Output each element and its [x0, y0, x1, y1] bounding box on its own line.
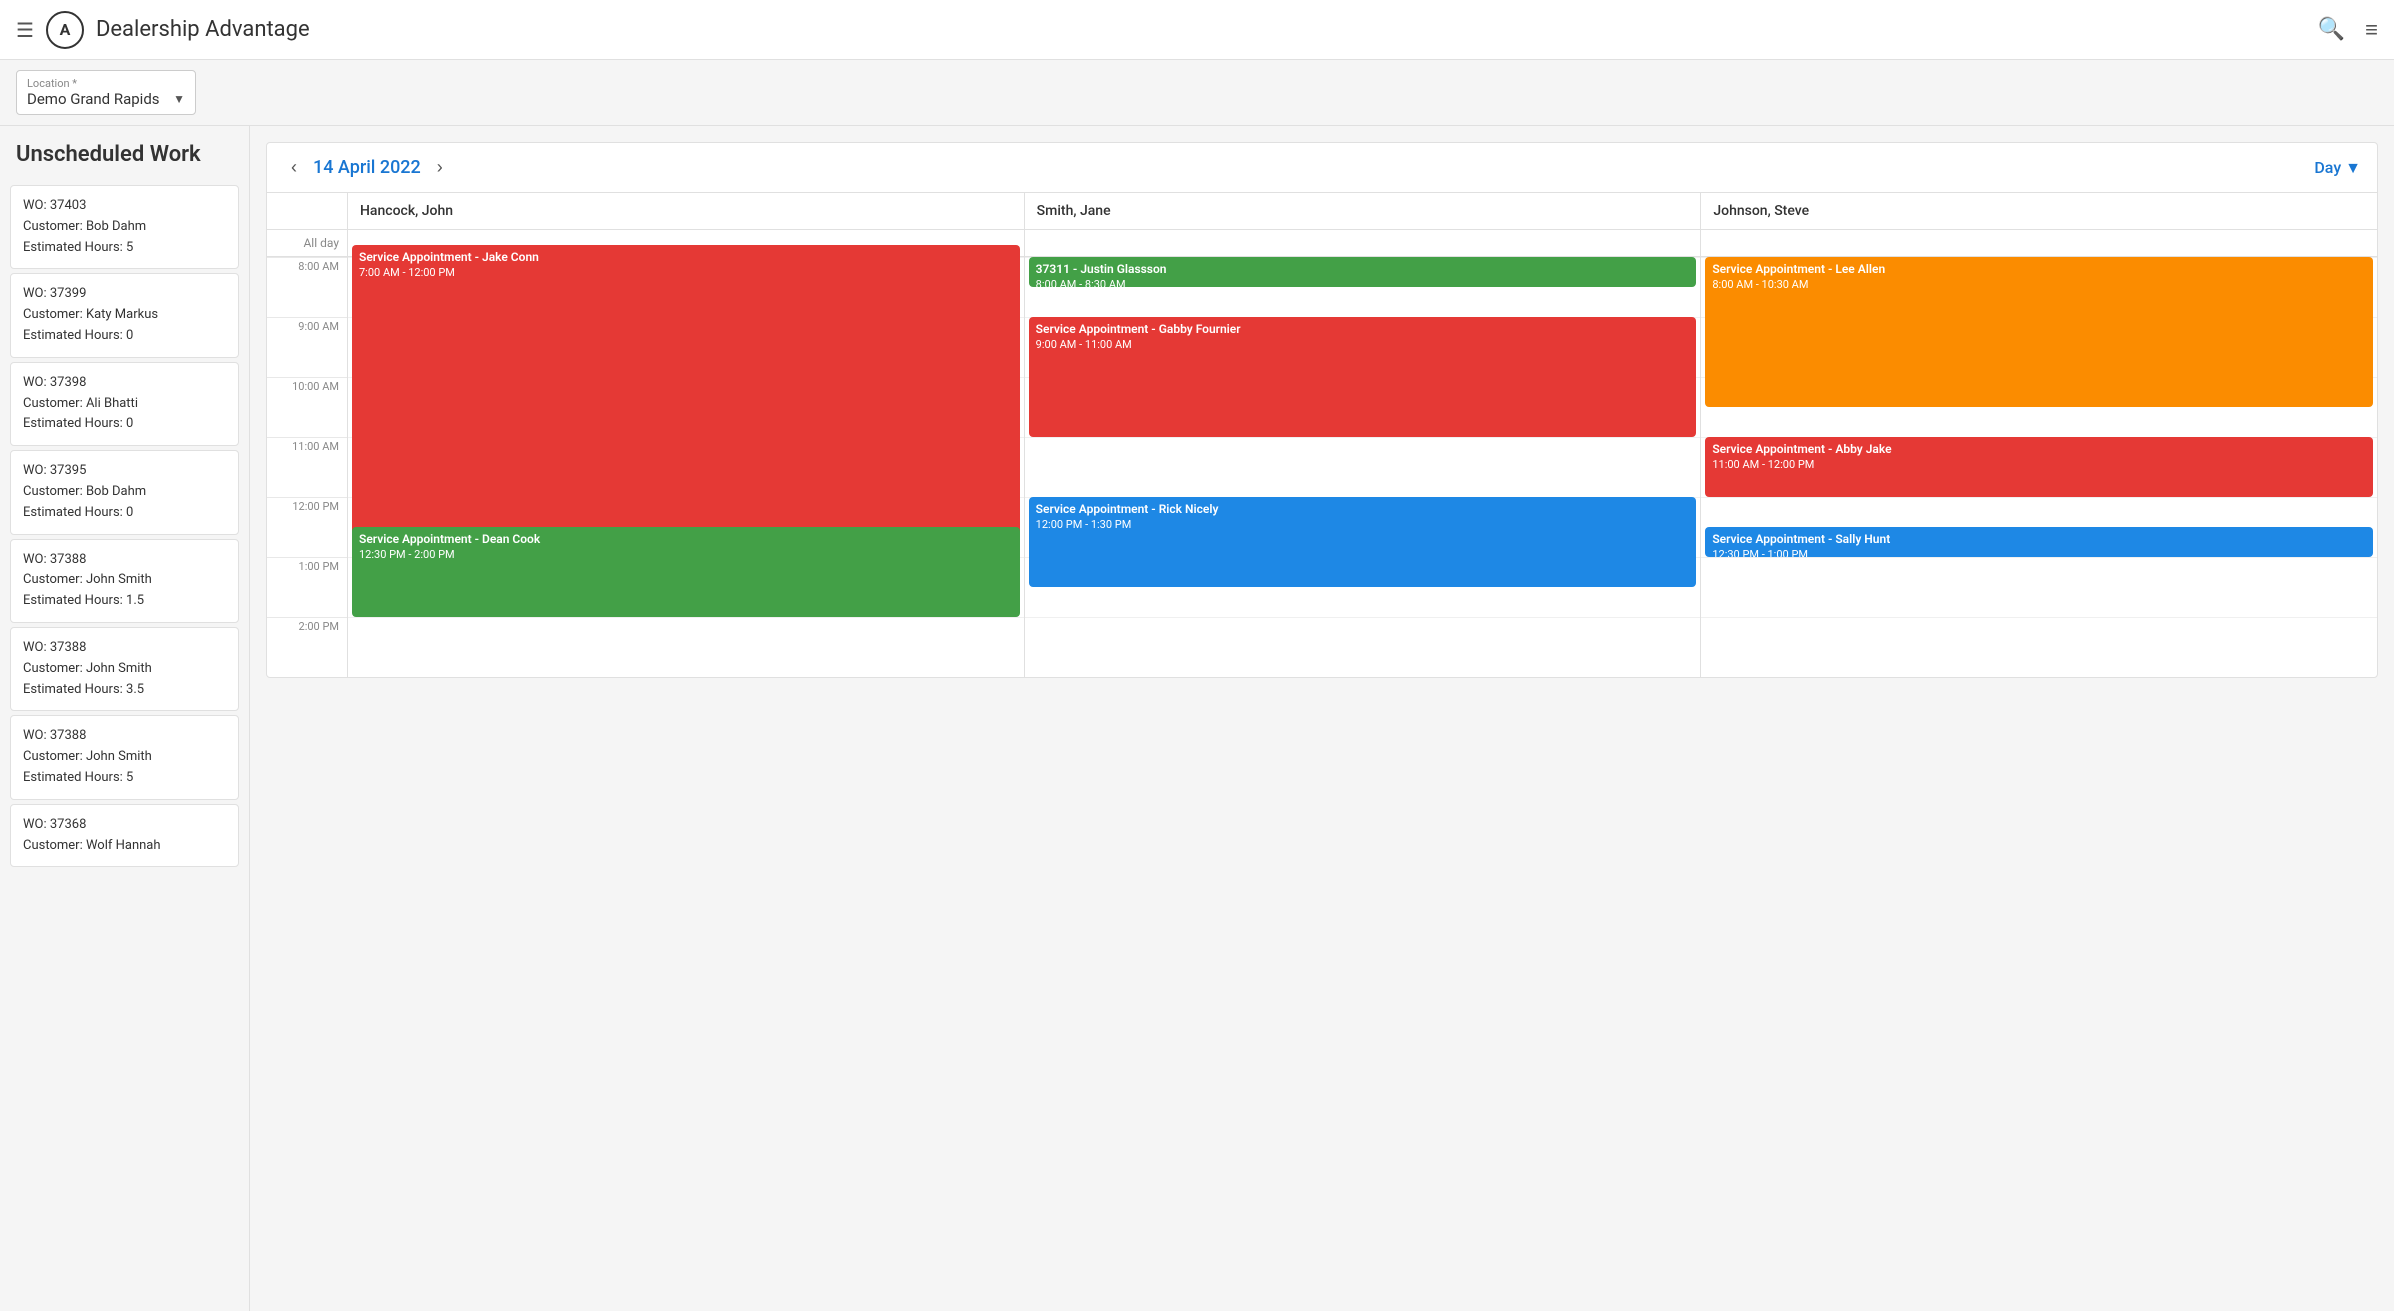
calendar-header: ‹ 14 April 2022 › Day ▼ — [267, 143, 2377, 193]
work-item-wo: WO: 37403 — [23, 196, 226, 217]
sidebar: Unscheduled Work WO: 37403 Customer: Bob… — [0, 126, 250, 1311]
location-label: Location * — [27, 77, 185, 90]
dropdown-arrow-icon: ▼ — [173, 92, 185, 106]
work-item-customer: Customer: John Smith — [23, 570, 226, 591]
location-dropdown[interactable]: Location * Demo Grand Rapids ▼ — [16, 70, 196, 115]
calendar-date: 14 April 2022 — [313, 157, 421, 178]
work-item-hours: Estimated Hours: 0 — [23, 503, 226, 524]
calendar-body: 8:00 AM 9:00 AM 10:00 AM 11:00 AM 12:00 … — [267, 257, 2377, 677]
time-gutter-header — [267, 193, 347, 229]
appointment-lee-allen[interactable]: Service Appointment - Lee Allen 8:00 AM … — [1705, 257, 2373, 407]
smith-column: 37311 - Justin Glassson 8:00 AM - 8:30 A… — [1024, 257, 1701, 677]
work-item-2[interactable]: WO: 37398 Customer: Ali Bhatti Estimated… — [10, 362, 239, 446]
app-logo: A — [46, 11, 84, 49]
work-item-customer: Customer: Bob Dahm — [23, 217, 226, 238]
hancock-column: Service Appointment - Jake Conn 7:00 AM … — [347, 257, 1024, 677]
work-item-3[interactable]: WO: 37395 Customer: Bob Dahm Estimated H… — [10, 450, 239, 534]
hamburger-menu-icon[interactable]: ☰ — [16, 18, 34, 42]
johnson-column: Service Appointment - Lee Allen 8:00 AM … — [1700, 257, 2377, 677]
view-selector[interactable]: Day ▼ — [2314, 158, 2361, 178]
work-item-customer: Customer: John Smith — [23, 747, 226, 768]
time-10am: 10:00 AM — [267, 377, 347, 437]
work-item-wo: WO: 37395 — [23, 461, 226, 482]
allday-cell-smith — [1024, 230, 1701, 256]
time-8am: 8:00 AM — [267, 257, 347, 317]
work-item-hours: Estimated Hours: 5 — [23, 768, 226, 789]
search-icon[interactable]: 🔍 — [2318, 17, 2345, 42]
main-layout: Unscheduled Work WO: 37403 Customer: Bob… — [0, 126, 2394, 1311]
prev-day-button[interactable]: ‹ — [283, 153, 305, 182]
work-item-6[interactable]: WO: 37388 Customer: John Smith Estimated… — [10, 715, 239, 799]
tech-columns: Service Appointment - Jake Conn 7:00 AM … — [347, 257, 2377, 677]
menu-icon[interactable]: ≡ — [2365, 17, 2378, 43]
header-actions: 🔍 ≡ — [2318, 17, 2378, 43]
appointment-sally-hunt[interactable]: Service Appointment - Sally Hunt 12:30 P… — [1705, 527, 2373, 557]
appointment-dean-cook[interactable]: Service Appointment - Dean Cook 12:30 PM… — [352, 527, 1020, 617]
work-item-4[interactable]: WO: 37388 Customer: John Smith Estimated… — [10, 539, 239, 623]
appointment-abby-jake[interactable]: Service Appointment - Abby Jake 11:00 AM… — [1705, 437, 2373, 497]
time-column: 8:00 AM 9:00 AM 10:00 AM 11:00 AM 12:00 … — [267, 257, 347, 677]
view-dropdown-icon: ▼ — [2345, 158, 2361, 178]
work-item-wo: WO: 37388 — [23, 638, 226, 659]
work-item-wo: WO: 37368 — [23, 815, 226, 836]
work-items-list: WO: 37403 Customer: Bob Dahm Estimated H… — [0, 185, 249, 867]
appointment-justin-glassson[interactable]: 37311 - Justin Glassson 8:00 AM - 8:30 A… — [1029, 257, 1697, 287]
work-item-7[interactable]: WO: 37368 Customer: Wolf Hannah — [10, 804, 239, 868]
time-9am: 9:00 AM — [267, 317, 347, 377]
work-item-0[interactable]: WO: 37403 Customer: Bob Dahm Estimated H… — [10, 185, 239, 269]
work-item-wo: WO: 37398 — [23, 373, 226, 394]
work-item-hours: Estimated Hours: 0 — [23, 326, 226, 347]
work-item-wo: WO: 37388 — [23, 550, 226, 571]
work-item-hours: Estimated Hours: 5 — [23, 238, 226, 259]
sidebar-title: Unscheduled Work — [0, 142, 249, 181]
work-item-customer: Customer: Wolf Hannah — [23, 836, 226, 857]
work-item-customer: Customer: Bob Dahm — [23, 482, 226, 503]
columns-header: Hancock, John Smith, Jane Johnson, Steve — [267, 193, 2377, 230]
work-item-customer: Customer: Katy Markus — [23, 305, 226, 326]
tech-header-hancock: Hancock, John — [347, 193, 1024, 229]
work-item-hours: Estimated Hours: 3.5 — [23, 680, 226, 701]
next-day-button[interactable]: › — [429, 153, 451, 182]
allday-cell-johnson — [1700, 230, 2377, 256]
allday-label: All day — [267, 230, 347, 256]
calendar-area[interactable]: ‹ 14 April 2022 › Day ▼ Hancock, John Sm… — [250, 126, 2394, 1311]
tech-header-johnson: Johnson, Steve — [1700, 193, 2377, 229]
time-12pm: 12:00 PM — [267, 497, 347, 557]
calendar-grid: Hancock, John Smith, Jane Johnson, Steve… — [267, 193, 2377, 677]
work-item-customer: Customer: John Smith — [23, 659, 226, 680]
work-item-5[interactable]: WO: 37388 Customer: John Smith Estimated… — [10, 627, 239, 711]
work-item-wo: WO: 37399 — [23, 284, 226, 305]
app-title: Dealership Advantage — [96, 17, 2306, 42]
time-2pm: 2:00 PM — [267, 617, 347, 677]
location-value: Demo Grand Rapids ▼ — [27, 90, 185, 108]
appointment-jake-conn[interactable]: Service Appointment - Jake Conn 7:00 AM … — [352, 245, 1020, 547]
tech-header-smith: Smith, Jane — [1024, 193, 1701, 229]
work-item-customer: Customer: Ali Bhatti — [23, 394, 226, 415]
appointment-gabby-fournier[interactable]: Service Appointment - Gabby Fournier 9:0… — [1029, 317, 1697, 437]
work-item-1[interactable]: WO: 37399 Customer: Katy Markus Estimate… — [10, 273, 239, 357]
work-item-hours: Estimated Hours: 1.5 — [23, 591, 226, 612]
time-11am: 11:00 AM — [267, 437, 347, 497]
work-item-wo: WO: 37388 — [23, 726, 226, 747]
appointment-rick-nicely[interactable]: Service Appointment - Rick Nicely 12:00 … — [1029, 497, 1697, 587]
subheader: Location * Demo Grand Rapids ▼ — [0, 60, 2394, 126]
calendar-container: ‹ 14 April 2022 › Day ▼ Hancock, John Sm… — [266, 142, 2378, 678]
time-1pm: 1:00 PM — [267, 557, 347, 617]
work-item-hours: Estimated Hours: 0 — [23, 414, 226, 435]
